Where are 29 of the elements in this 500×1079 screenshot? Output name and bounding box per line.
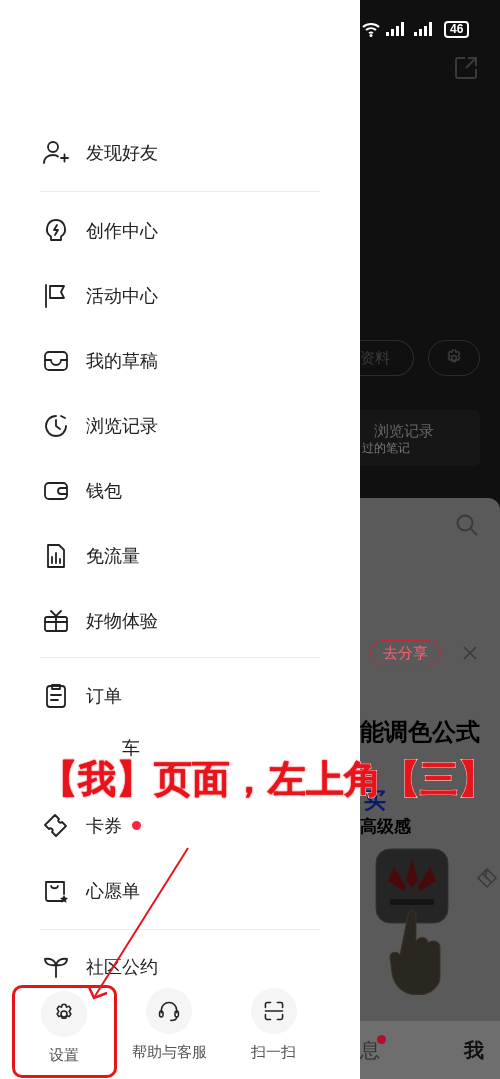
menu-item[interactable]: 我的草稿 [86, 351, 158, 370]
search-icon[interactable] [456, 514, 478, 536]
history-card[interactable]: 浏览记录 过的笔记 [360, 410, 480, 466]
card-subtitle: 过的笔记 [362, 441, 411, 454]
menu-item[interactable]: 发现好友 [86, 143, 158, 162]
headset-icon [157, 999, 182, 1023]
share-icon[interactable] [454, 56, 478, 80]
menu-item[interactable]: 创作中心 [86, 221, 158, 240]
quick-action-button[interactable]: 设置 [12, 985, 117, 1078]
battery-indicator: 46 [444, 20, 470, 38]
menu-item[interactable]: 好物体验 [86, 611, 158, 630]
person-add-icon [42, 138, 70, 167]
menu-item[interactable]: 活动中心 [86, 286, 158, 305]
menu-item[interactable]: 订单 [86, 686, 122, 705]
menu-item[interactable]: 车 [122, 738, 140, 757]
quick-action-button[interactable]: 帮助与客服 [116, 985, 222, 1078]
menu-item[interactable]: 卡券 [86, 816, 122, 835]
ticket-icon [42, 811, 70, 840]
tab[interactable]: 我 [464, 1040, 484, 1060]
quick-action-button[interactable]: 扫一扫 [221, 985, 326, 1078]
menu-item[interactable]: 免流量 [86, 546, 140, 565]
menu-item[interactable]: 心愿单 [86, 881, 140, 900]
wifi-icon [362, 21, 380, 37]
close-icon[interactable] [463, 646, 477, 660]
settings-button[interactable] [428, 340, 480, 376]
headline: 能调色公式 [360, 720, 481, 744]
subheading: 高级感 [360, 818, 412, 835]
menu-item[interactable]: 浏览记录 [86, 416, 158, 435]
menu-item[interactable]: 钱包 [86, 481, 122, 500]
